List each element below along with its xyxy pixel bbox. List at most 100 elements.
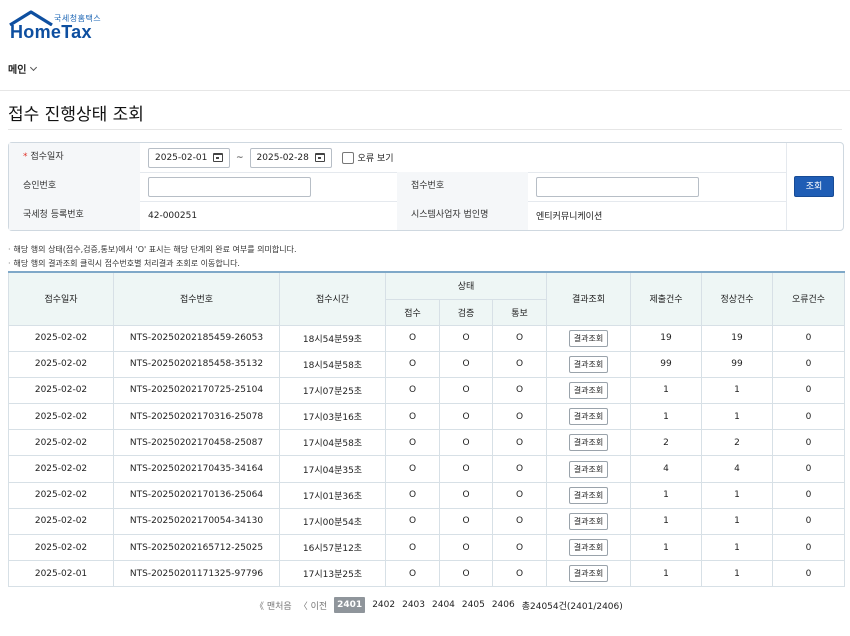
cell-error: 0 [772, 350, 846, 378]
cell-time: 17시00분54초 [279, 507, 386, 536]
cell-status-receive: O [385, 455, 440, 483]
calendar-icon[interactable] [213, 153, 223, 162]
cell-result: 결과조회 [546, 324, 632, 352]
cell-error: 0 [772, 429, 846, 457]
result-view-button[interactable]: 결과조회 [568, 381, 609, 399]
cell-receipt-no: NTS-20250202170435-34164 [113, 455, 280, 483]
cell-status-notify: O [491, 533, 548, 562]
cell-submitted: 4 [630, 455, 703, 483]
cell-time: 17시07분25초 [279, 376, 386, 405]
date-to-input[interactable]: 2025-02-28 [249, 147, 332, 168]
cell-status-notify: O [491, 403, 548, 431]
cell-error: 0 [772, 403, 846, 431]
result-view-button[interactable]: 결과조회 [568, 565, 609, 583]
col-header-status: 상태 [384, 271, 548, 300]
cell-submitted: 1 [630, 481, 703, 509]
cell-status-verify: O [439, 533, 493, 562]
note-item: 해당 행의 상태(접수,검증,통보)에서 'O' 표시는 해당 단계의 완료 여… [8, 243, 297, 257]
page-link-current[interactable]: 2401 [334, 597, 366, 613]
cell-submitted: 1 [630, 403, 703, 431]
cell-receipt-no: NTS-20250202170458-25087 [113, 429, 280, 457]
cell-status-receive: O [385, 560, 440, 588]
cell-receipt-no: NTS-20250202170136-25064 [113, 481, 280, 509]
page-link[interactable]: 2406 [492, 600, 515, 610]
main-menu-dropdown[interactable]: 메인 [8, 61, 38, 76]
cell-normal: 1 [701, 507, 774, 536]
cell-submitted: 19 [630, 324, 703, 352]
cell-date: 2025-02-02 [8, 481, 114, 509]
page-link[interactable]: 2405 [462, 600, 485, 610]
page-link[interactable]: 2404 [432, 600, 455, 610]
result-view-button[interactable]: 결과조회 [568, 539, 609, 557]
cell-receipt-no: NTS-20250202170054-34130 [113, 507, 280, 536]
cell-status-receive: O [385, 403, 440, 431]
note-item: 해당 행의 결과조회 클릭시 접수번호별 처리결과 조회로 이동합니다. [8, 257, 297, 271]
logo-title: HomeTax [10, 22, 92, 42]
cell-normal: 1 [701, 376, 774, 405]
notes: 해당 행의 상태(접수,검증,통보)에서 'O' 표시는 해당 단계의 완료 여… [8, 243, 297, 271]
cell-normal: 19 [701, 324, 774, 352]
cell-result: 결과조회 [546, 455, 632, 483]
cell-time: 17시13분25초 [279, 560, 386, 588]
cell-receipt-no: NTS-20250202165712-25025 [113, 533, 280, 562]
cell-status-notify: O [491, 455, 548, 483]
cell-error: 0 [772, 507, 846, 536]
table-row: 2025-02-02 NTS-20250202170458-25087 17시04분… [8, 429, 846, 457]
table-row: 2025-02-02 NTS-20250202185458-35132 18시54분… [8, 350, 846, 378]
search-form: * 접수일자 2025-02-01 ~ 2025-02-28 오류 보기 승인번호… [8, 142, 844, 231]
cell-result: 결과조회 [546, 429, 632, 457]
cell-status-verify: O [439, 455, 493, 483]
cell-submitted: 1 [630, 560, 703, 588]
page-link[interactable]: 2403 [402, 600, 425, 610]
cell-status-verify: O [439, 560, 493, 588]
date-from-input[interactable]: 2025-02-01 [148, 147, 230, 168]
col-header-error: 오류건수 [772, 271, 846, 326]
page-title: 접수 진행상태 조회 [8, 105, 144, 125]
cell-normal: 1 [701, 481, 774, 509]
cell-status-receive: O [385, 429, 440, 457]
first-page-link[interactable]: 《 맨처음 [255, 599, 292, 612]
page-summary: 총24054건(2401/2406) [521, 601, 623, 612]
corp-name-value: 엔티커뮤니케이션 [536, 212, 603, 222]
cell-status-receive: O [385, 481, 440, 509]
chevron-down-icon [30, 63, 38, 71]
col-header-normal: 정상건수 [701, 271, 774, 326]
result-view-button[interactable]: 결과조회 [568, 512, 609, 530]
table-row: 2025-02-02 NTS-20250202170316-25078 17시03분… [8, 403, 846, 431]
approval-no-input[interactable] [148, 176, 311, 197]
cell-status-verify: O [439, 324, 493, 352]
page-link[interactable]: 2402 [372, 600, 395, 610]
cell-time: 18시54분59초 [279, 324, 386, 352]
cell-status-notify: O [491, 560, 548, 588]
cell-status-receive: O [385, 376, 440, 405]
cell-receipt-no: NTS-20250201171325-97796 [113, 560, 280, 588]
cell-error: 0 [772, 560, 846, 588]
cell-status-receive: O [385, 507, 440, 536]
cell-normal: 1 [701, 560, 774, 588]
receipt-no-input[interactable] [536, 176, 699, 197]
cell-normal: 99 [701, 350, 774, 378]
cell-date: 2025-02-02 [8, 324, 114, 352]
divider [786, 143, 787, 230]
cell-status-verify: O [439, 350, 493, 378]
result-view-button[interactable]: 결과조회 [568, 460, 609, 478]
result-view-button[interactable]: 결과조회 [568, 408, 609, 426]
cell-status-verify: O [439, 429, 493, 457]
error-view-checkbox[interactable] [341, 151, 354, 164]
cell-normal: 2 [701, 429, 774, 457]
prev-page-link[interactable]: 〈 이전 [299, 599, 327, 612]
cell-error: 0 [772, 376, 846, 405]
result-view-button[interactable]: 결과조회 [568, 434, 609, 452]
search-button[interactable]: 조회 [794, 176, 834, 197]
result-view-button[interactable]: 결과조회 [568, 355, 609, 373]
cell-result: 결과조회 [546, 481, 632, 509]
calendar-icon[interactable] [314, 153, 325, 162]
cell-time: 16시57분12초 [279, 533, 386, 562]
receipt-no-label: 접수번호 [397, 172, 528, 201]
table-row: 2025-02-02 NTS-20250202170435-34164 17시04분… [8, 455, 846, 483]
cell-status-notify: O [491, 507, 548, 536]
hometax-logo[interactable]: 국세청홈택스 HomeTax [8, 10, 128, 44]
result-view-button[interactable]: 결과조회 [568, 329, 609, 347]
cell-error: 0 [772, 481, 846, 509]
result-view-button[interactable]: 결과조회 [568, 486, 609, 504]
